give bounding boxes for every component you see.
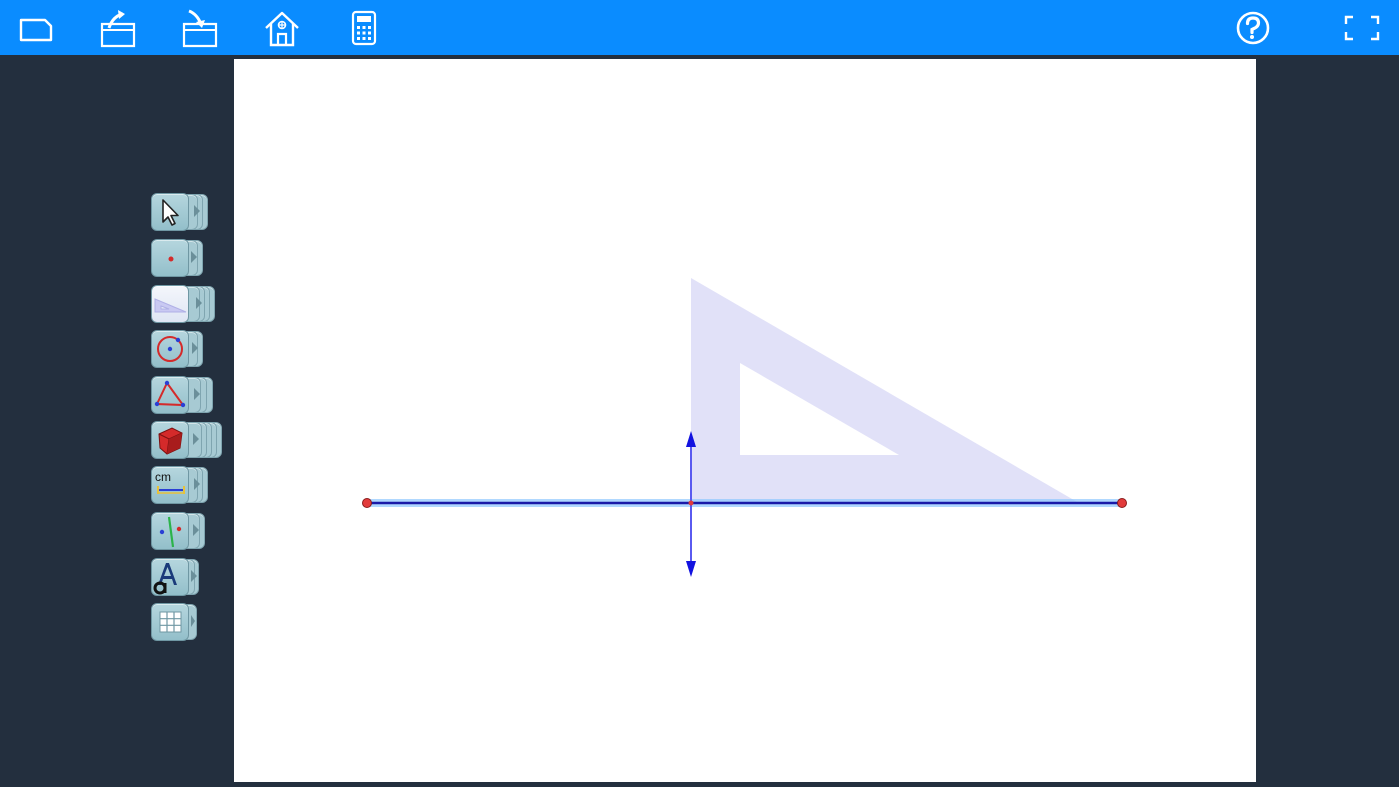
expand-arrow-icon[interactable] [196,297,202,309]
help-button[interactable] [1230,5,1276,51]
new-document-button[interactable] [13,5,59,51]
export-button[interactable] [95,5,141,51]
import-button[interactable] [177,5,223,51]
circle-tool-face [151,330,189,368]
polygon-tool-face [151,376,189,414]
expand-arrow-icon[interactable] [194,205,200,217]
grid-tool-face [151,603,189,641]
geometry-drawing [362,278,1127,577]
intersection-point[interactable] [688,500,694,506]
calculator-button[interactable] [341,5,387,51]
fullscreen-icon [1344,15,1380,41]
measure-tool-label: cm [155,470,171,484]
grid-tool[interactable] [151,603,197,641]
point-tool-face [151,239,189,277]
expand-arrow-icon[interactable] [194,478,200,490]
cube-icon [158,427,183,455]
expand-arrow-icon[interactable] [191,251,197,263]
expand-arrow-icon[interactable] [191,570,197,582]
export-icon [100,10,136,48]
solid-tool[interactable] [151,421,222,459]
line-points-icon [159,516,182,548]
measure-tool-face: cm [151,466,189,504]
ruler-cm-icon: cm [155,470,185,494]
select-tool[interactable] [151,193,208,231]
segment-endpoint-left[interactable] [362,498,372,508]
point-tool[interactable] [151,239,203,277]
expand-arrow-icon[interactable] [194,388,200,400]
expand-arrow-icon[interactable] [192,342,198,354]
pointer-icon [162,199,179,226]
calculator-icon [351,10,377,46]
grid-icon [159,611,182,633]
circle-icon [157,336,183,362]
circle-tool[interactable] [151,330,203,368]
text-icon [153,563,177,595]
select-tool-face [151,193,189,231]
top-toolbar [0,0,1399,55]
text-tool[interactable] [151,558,199,596]
segment-endpoint-right[interactable] [1117,498,1127,508]
expand-arrow-icon[interactable] [191,615,195,627]
text-tool-face [151,558,189,596]
construction-tool[interactable] [151,512,205,550]
polygon-tool[interactable] [151,376,213,414]
drawing-canvas[interactable] [234,59,1256,782]
solid-tool-face [151,421,189,459]
expand-arrow-icon[interactable] [193,524,199,536]
construction-tool-face [151,512,189,550]
home-button[interactable] [259,5,305,51]
new-document-icon [19,18,53,42]
fullscreen-button[interactable] [1339,5,1385,51]
set-square-tool-face [151,285,189,323]
point-icon [168,256,174,262]
import-icon [182,9,218,48]
home-icon [265,11,299,47]
set-square-tool[interactable] [151,285,215,323]
set-square-icon [154,298,187,313]
triangle-icon [154,380,186,408]
expand-arrow-icon[interactable] [193,433,199,445]
measure-tool[interactable]: cm [151,466,208,504]
help-icon [1236,11,1270,45]
arrow-down-icon [686,561,696,577]
set-square[interactable] [691,278,1079,503]
